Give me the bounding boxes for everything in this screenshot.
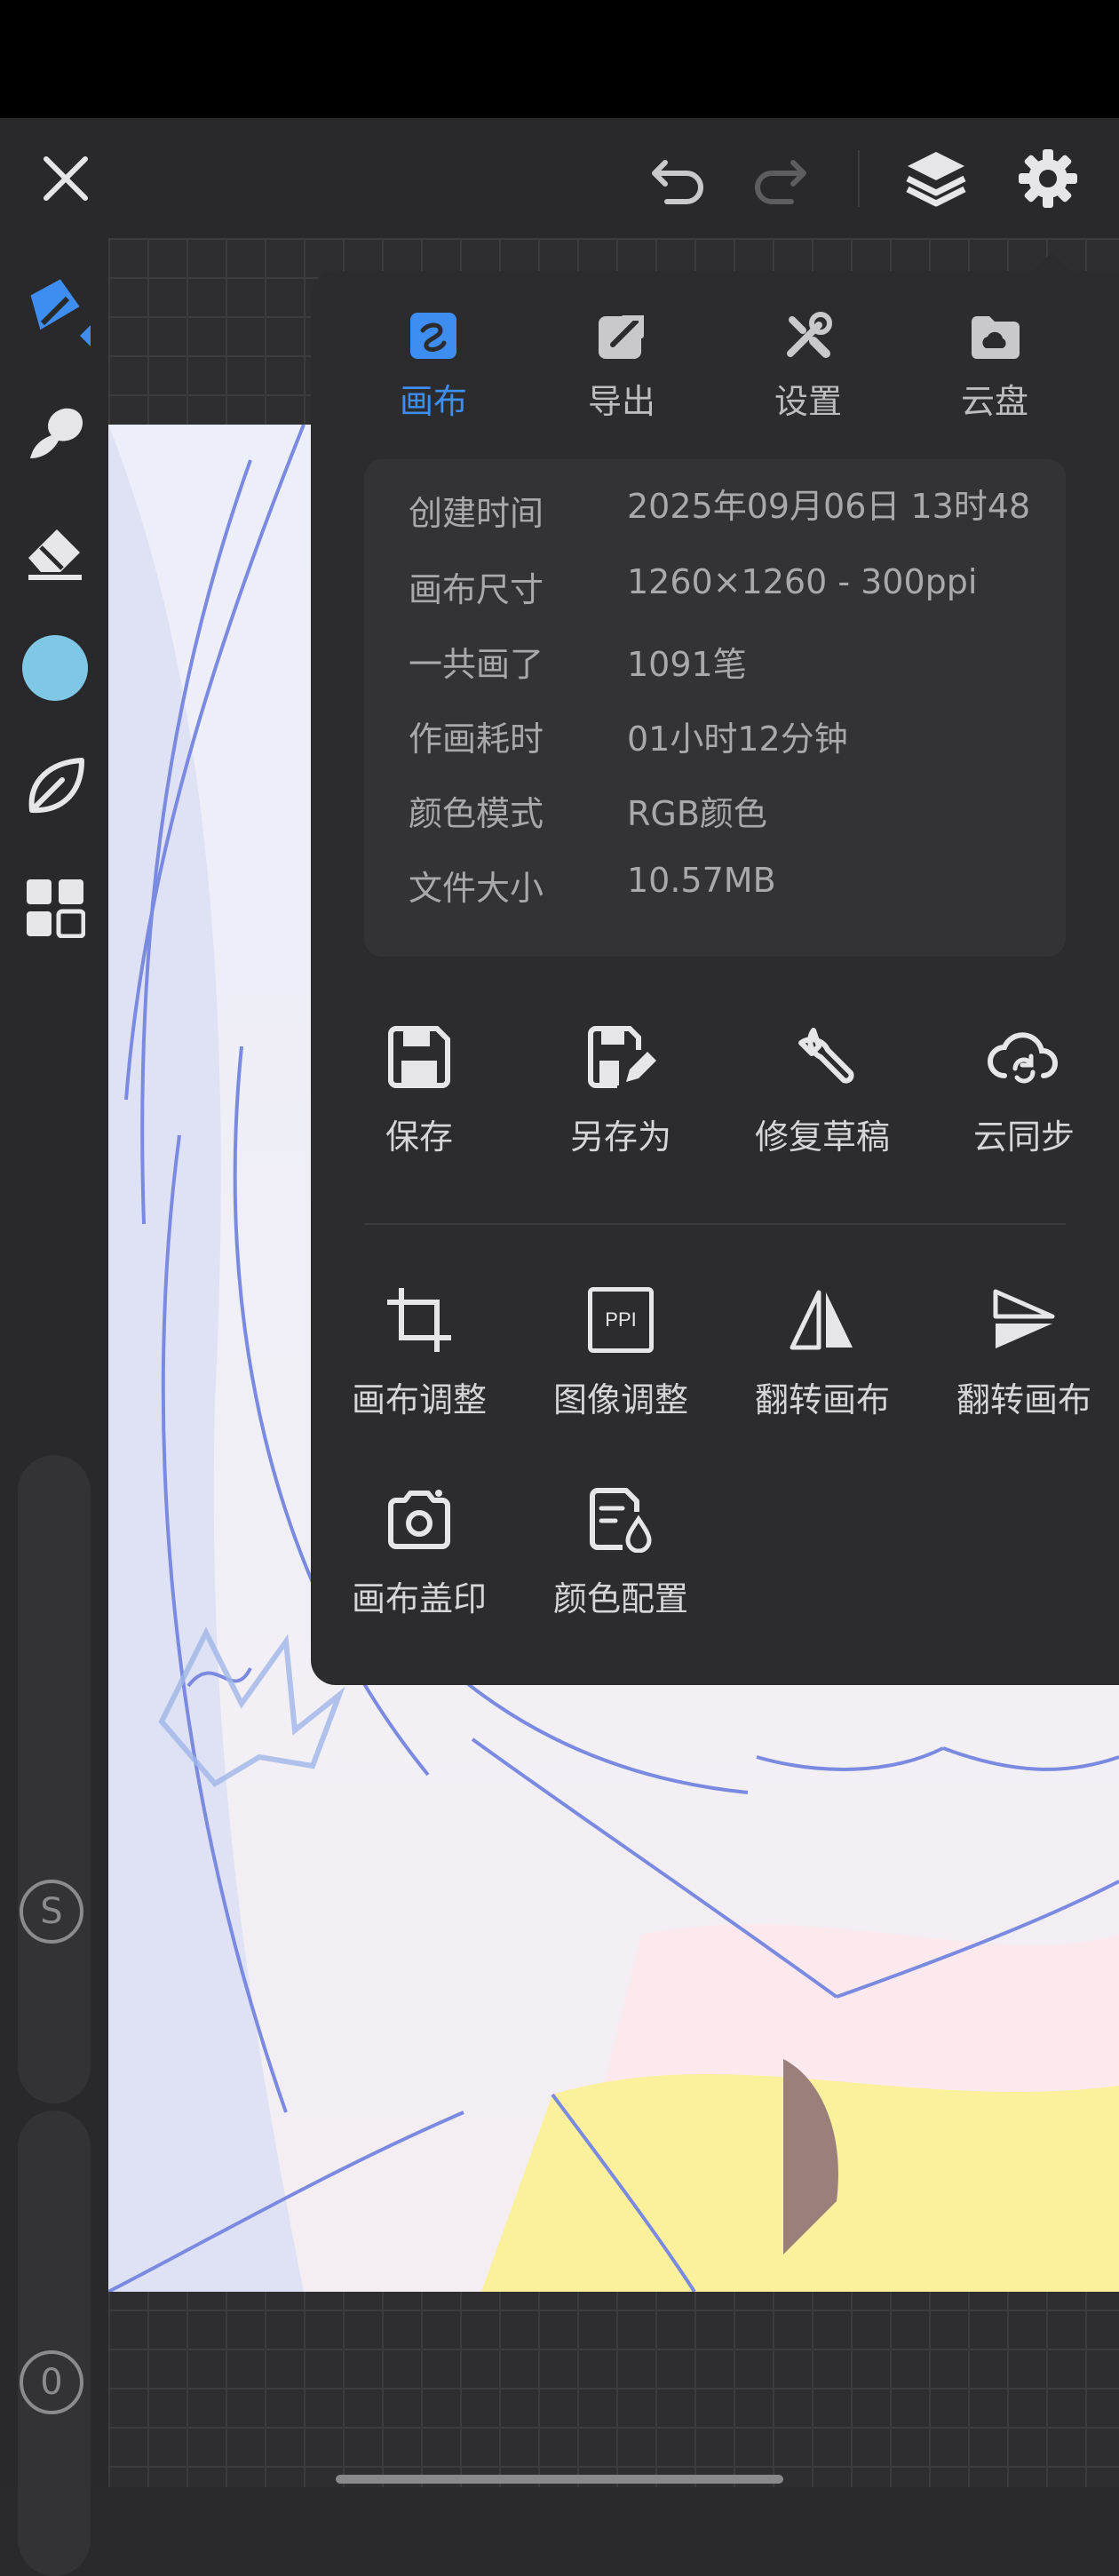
layers-icon [906, 152, 966, 207]
settings-button[interactable] [1009, 139, 1087, 218]
redo-button[interactable] [741, 139, 819, 218]
canvas-stamp-label: 画布盖印 [351, 1579, 487, 1618]
canvas-settings-panel: 画布 导出 设置 云盘 创建时间 2025年09月06日 13时48 画布尺寸 … [311, 271, 1119, 1685]
info-key: 颜色模式 [409, 794, 544, 833]
canvas-icon [410, 313, 456, 359]
opacity-slider[interactable]: 0 [18, 2111, 91, 2576]
save-icon [388, 1026, 450, 1088]
top-toolbar [0, 118, 1119, 238]
tab-settings-label: 设置 [774, 382, 842, 421]
brush-size-slider[interactable]: S [18, 1455, 91, 2103]
info-key: 画布尺寸 [409, 570, 544, 609]
close-button[interactable] [27, 139, 105, 218]
save-button[interactable]: 保存 [317, 1017, 521, 1158]
smudge-tool[interactable] [18, 396, 92, 471]
crop-icon [387, 1288, 451, 1352]
flip-vertical-icon [993, 1289, 1055, 1348]
undo-icon [652, 160, 703, 204]
info-row-color-mode: 颜色模式 RGB颜色 [364, 786, 1066, 843]
save-as-button[interactable]: 另存为 [519, 1017, 723, 1158]
info-row-file-size: 文件大小 10.57MB [364, 861, 1066, 918]
info-value: 10.57MB [627, 861, 776, 900]
info-value: 1260×1260 - 300ppi [627, 562, 978, 601]
info-key: 文件大小 [409, 869, 544, 908]
ppi-icon: PPI [588, 1287, 654, 1353]
pen-icon [30, 279, 91, 346]
info-row-created: 创建时间 2025年09月06日 13时48分 [364, 486, 1066, 543]
cloud-drive-icon [972, 316, 1020, 359]
info-key: 作画耗时 [409, 720, 544, 759]
info-row-duration: 作画耗时 01小时12分钟 [364, 712, 1066, 768]
image-adjust-button[interactable]: PPI 图像调整 [519, 1280, 723, 1421]
tab-export-label: 导出 [587, 382, 655, 421]
close-icon [44, 156, 88, 201]
camera-icon [388, 1490, 450, 1549]
flip-canvas-horizontal-button[interactable]: 翻转画布 [720, 1280, 925, 1421]
color-config-icon [590, 1488, 652, 1553]
cloud-sync-icon [988, 1032, 1059, 1084]
canvas-adjust-label: 画布调整 [351, 1380, 487, 1419]
toolbar-divider [858, 150, 860, 207]
eraser-tool[interactable] [18, 513, 92, 588]
color-config-button[interactable]: 颜色配置 [519, 1479, 723, 1620]
flip-canvas-horizontal-label: 翻转画布 [754, 1380, 890, 1419]
layers-button[interactable] [897, 139, 975, 218]
color-config-label: 颜色配置 [552, 1579, 688, 1618]
flip-canvas-vertical-label: 翻转画布 [956, 1380, 1091, 1419]
info-value: 2025年09月06日 13时48分 [627, 487, 1031, 530]
undo-button[interactable] [639, 139, 718, 218]
info-key: 创建时间 [409, 494, 544, 533]
save-as-label: 另存为 [569, 1117, 671, 1157]
size-label: S [40, 1891, 63, 1932]
pen-tool[interactable] [18, 274, 92, 348]
opacity-label: 0 [40, 2362, 63, 2403]
smudge-icon [30, 408, 83, 458]
flip-horizontal-icon [790, 1290, 853, 1350]
panel-caret [1032, 252, 1071, 272]
tab-canvas[interactable]: 画布 [345, 305, 522, 421]
color-swatch [22, 635, 88, 701]
status-bar [0, 0, 1119, 118]
info-row-size: 画布尺寸 1260×1260 - 300ppi [364, 562, 1066, 619]
repair-draft-label: 修复草稿 [754, 1117, 890, 1157]
tab-export[interactable]: 导出 [533, 305, 710, 421]
cloud-sync-label: 云同步 [972, 1117, 1075, 1157]
tab-cloud-drive-label: 云盘 [960, 382, 1028, 421]
cloud-sync-button[interactable]: 云同步 [922, 1017, 1119, 1158]
info-value: RGB颜色 [627, 794, 767, 833]
color-picker[interactable] [18, 631, 92, 705]
save-label: 保存 [385, 1117, 453, 1157]
opacity-knob[interactable]: 0 [20, 2350, 83, 2414]
tools-icon [787, 312, 832, 358]
info-value: 01小时12分钟 [627, 720, 848, 759]
repair-draft-button[interactable]: 修复草稿 [720, 1017, 925, 1158]
leaf-tool[interactable] [18, 750, 92, 824]
tab-cloud-drive[interactable]: 云盘 [906, 305, 1083, 421]
gear-icon [1019, 149, 1077, 208]
tab-settings[interactable]: 设置 [719, 305, 897, 421]
info-row-strokes: 一共画了 1091笔 [364, 637, 1066, 694]
grid-icon [27, 879, 85, 938]
grid-tool[interactable] [18, 871, 92, 945]
image-adjust-label: 图像调整 [552, 1380, 688, 1419]
home-indicator [336, 2475, 783, 2484]
save-as-icon [588, 1026, 656, 1088]
eraser-icon [28, 529, 82, 580]
brush-size-knob[interactable]: S [20, 1880, 83, 1944]
redo-icon [755, 160, 806, 204]
tab-canvas-label: 画布 [399, 382, 467, 421]
export-icon [599, 315, 644, 359]
leaf-icon [28, 758, 84, 814]
info-key: 一共画了 [409, 645, 544, 684]
wrench-icon [798, 1028, 854, 1084]
flip-canvas-vertical-button[interactable]: 翻转画布 [922, 1280, 1119, 1421]
left-tool-sidebar: S 0 [0, 238, 108, 2576]
canvas-stamp-button[interactable]: 画布盖印 [317, 1479, 521, 1620]
panel-divider [364, 1223, 1066, 1225]
canvas-adjust-button[interactable]: 画布调整 [317, 1280, 521, 1421]
canvas-info: 创建时间 2025年09月06日 13时48分 画布尺寸 1260×1260 -… [364, 459, 1066, 957]
info-value: 1091笔 [627, 645, 747, 684]
